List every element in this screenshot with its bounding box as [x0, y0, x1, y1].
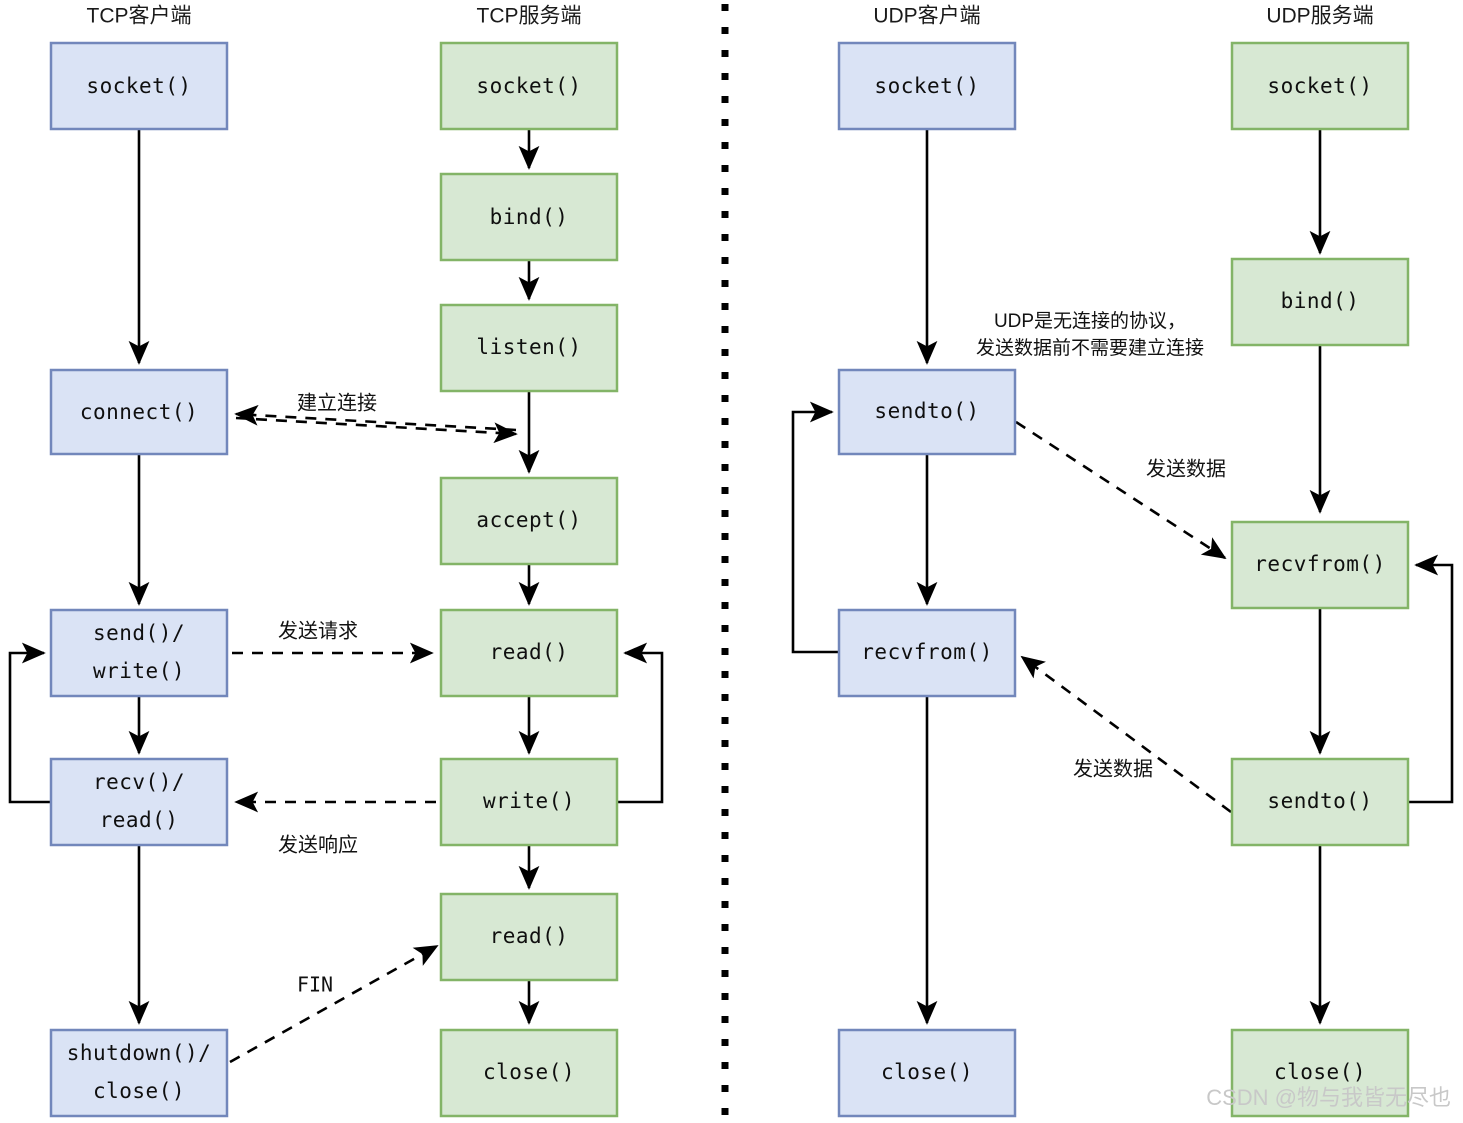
node-label-tcp-client-send-line1: send()/: [93, 621, 185, 645]
node-label-udp-server-recvfrom: recvfrom(): [1254, 552, 1385, 576]
node-label-udp-client-recvfrom: recvfrom(): [861, 640, 992, 664]
node-label-tcp-client-connect: connect(): [80, 400, 198, 424]
node-label-udp-client-socket: socket(): [874, 74, 979, 98]
node-label-tcp-client-recv-line2: read(): [100, 808, 179, 832]
node-tcp-client-connect[interactable]: connect(): [49, 368, 229, 456]
node-tcp-server-accept[interactable]: accept(): [439, 476, 619, 566]
node-tcp-server-bind[interactable]: bind(): [439, 172, 619, 262]
node-label-tcp-server-bind: bind(): [490, 205, 569, 229]
edge-label-establish-connection: 建立连接: [297, 391, 377, 414]
column-title-udp-server: UDP服务端: [1266, 5, 1373, 28]
node-label-tcp-server-read-1: read(): [490, 640, 569, 664]
node-label-tcp-server-close: close(): [483, 1060, 575, 1084]
node-label-tcp-client-send-line2: write(): [93, 659, 185, 683]
column-title-tcp-client: TCP客户端: [87, 5, 192, 28]
edge-tcp-server-loop-write-to-read: [617, 642, 664, 804]
edge-udp-send-data-client-to-server: [1015, 420, 1227, 560]
udp-note-line-2: 发送数据前不需要建立连接: [976, 337, 1204, 359]
node-label-tcp-client-shutdown-line2: close(): [93, 1079, 185, 1103]
node-label-udp-server-close: close(): [1274, 1060, 1366, 1084]
node-label-udp-server-bind: bind(): [1281, 289, 1360, 313]
edge-udp-server-loop-sendto-to-recvfrom: [1408, 554, 1454, 804]
node-tcp-server-listen[interactable]: listen(): [439, 303, 619, 393]
node-tcp-client-socket[interactable]: socket(): [49, 41, 229, 131]
node-tcp-server-read-2[interactable]: read(): [439, 892, 619, 982]
node-label-udp-server-sendto: sendto(): [1267, 789, 1372, 813]
edge-label-send-data-1: 发送数据: [1146, 457, 1226, 480]
node-tcp-client-send[interactable]: send()/ write(): [49, 608, 229, 698]
edge-label-send-data-2: 发送数据: [1073, 757, 1153, 780]
diagram-canvas: TCP客户端 TCP服务端 UDP客户端 UDP服务端 建立连接 发送请求 发送…: [0, 0, 1463, 1123]
node-tcp-server-read-1[interactable]: read(): [439, 608, 619, 698]
node-label-tcp-server-accept: accept(): [476, 508, 581, 532]
edge-udp-client-loop-recvfrom-to-sendto: [791, 401, 839, 654]
node-udp-server-socket[interactable]: socket(): [1230, 41, 1410, 131]
node-label-udp-client-close: close(): [881, 1060, 973, 1084]
edge-tcp-fin: [229, 944, 439, 1064]
node-label-tcp-client-shutdown-line1: shutdown()/: [67, 1041, 212, 1065]
column-title-tcp-server: TCP服务端: [477, 5, 582, 28]
node-tcp-server-write[interactable]: write(): [439, 757, 619, 847]
edge-label-fin: FIN: [297, 973, 333, 997]
node-tcp-server-close[interactable]: close(): [439, 1028, 619, 1118]
node-label-udp-client-sendto: sendto(): [874, 399, 979, 423]
node-label-tcp-server-listen: listen(): [476, 335, 581, 359]
node-label-tcp-client-socket: socket(): [86, 74, 191, 98]
node-label-udp-server-socket: socket(): [1267, 74, 1372, 98]
edge-tcp-client-loop-recv-to-send: [8, 642, 51, 804]
edge-label-send-request: 发送请求: [278, 619, 358, 642]
edge-udp-send-data-server-to-client: [1020, 655, 1232, 814]
node-label-tcp-server-socket: socket(): [476, 74, 581, 98]
node-udp-client-socket[interactable]: socket(): [837, 41, 1017, 131]
node-tcp-client-recv[interactable]: recv()/ read(): [49, 757, 229, 847]
node-tcp-client-shutdown[interactable]: shutdown()/ close(): [49, 1028, 229, 1118]
edge-tcp-establish-connection-to-client: [234, 404, 517, 432]
flow-diagram-svg: TCP客户端 TCP服务端 UDP客户端 UDP服务端 建立连接 发送请求 发送…: [8, 4, 1454, 1119]
node-udp-server-bind[interactable]: bind(): [1230, 257, 1410, 347]
node-udp-server-recvfrom[interactable]: recvfrom(): [1230, 520, 1410, 610]
node-udp-server-sendto[interactable]: sendto(): [1230, 757, 1410, 847]
node-udp-client-recvfrom[interactable]: recvfrom(): [837, 608, 1017, 698]
node-label-tcp-client-recv-line1: recv()/: [93, 770, 185, 794]
node-label-tcp-server-write: write(): [483, 789, 575, 813]
watermark: CSDN @物与我皆无尽也: [1206, 1085, 1451, 1110]
edge-tcp-establish-connection-to-server: [235, 416, 518, 444]
node-udp-client-close[interactable]: close(): [837, 1028, 1017, 1118]
node-label-tcp-server-read-2: read(): [490, 924, 569, 948]
udp-note-line-1: UDP是无连接的协议，: [994, 310, 1186, 332]
column-title-udp-client: UDP客户端: [873, 5, 980, 28]
node-udp-client-sendto[interactable]: sendto(): [837, 368, 1017, 456]
node-tcp-server-socket[interactable]: socket(): [439, 41, 619, 131]
edge-label-send-response: 发送响应: [278, 833, 358, 856]
